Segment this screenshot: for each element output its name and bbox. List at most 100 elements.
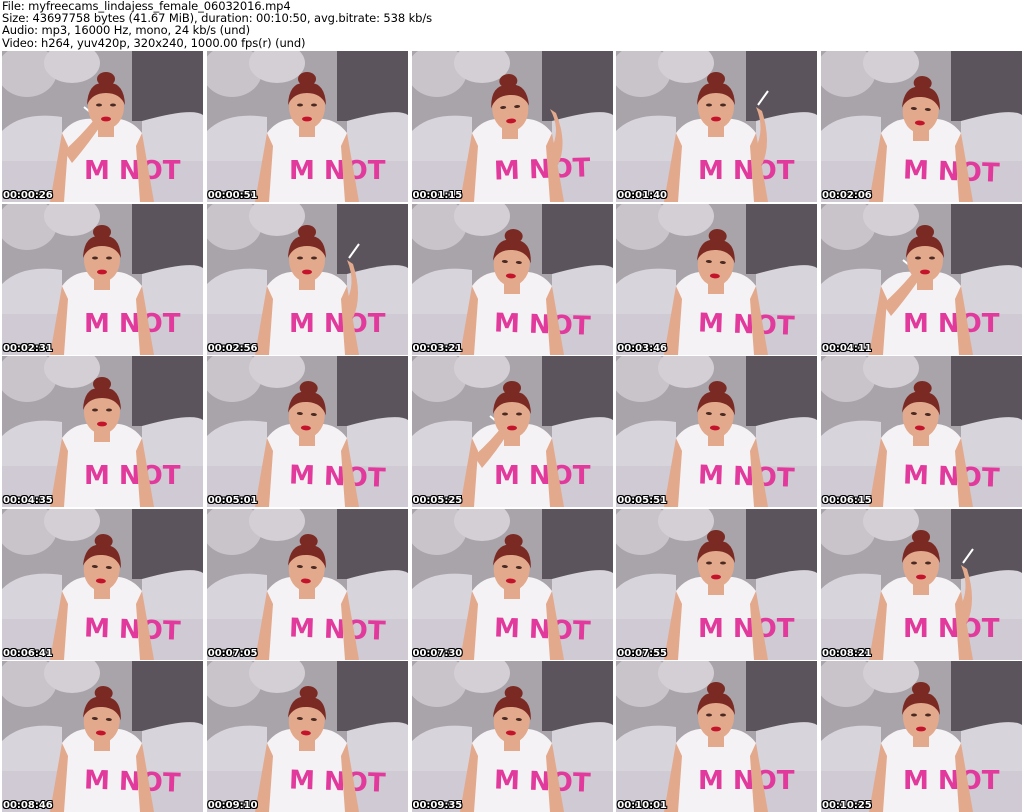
thumbnail-timestamp: 00:05:01: [207, 495, 258, 506]
thumbnail-timestamp: 00:05:51: [617, 495, 667, 506]
thumbnail-frame-image: M NOT: [2, 51, 203, 202]
svg-text:M NOT: M NOT: [84, 156, 181, 186]
svg-text:M NOT: M NOT: [698, 156, 795, 186]
svg-text:M NOT: M NOT: [494, 461, 591, 491]
thumbnail-timestamp: 00:04:11: [822, 342, 872, 354]
thumbnail-frame-image: M NOT: [2, 203, 203, 355]
svg-text:M NOT: M NOT: [84, 309, 181, 339]
thumbnail-frame-image: M NOT: [206, 661, 408, 812]
video-thumbnail: M NOT 00:06:15: [821, 356, 1022, 507]
video-thumbnail: M NOT 00:00:26: [2, 51, 203, 202]
thumbnail-timestamp: 00:02:31: [3, 342, 53, 354]
svg-text:M NOT: M NOT: [288, 460, 386, 493]
thumbnail-frame-image: M NOT: [206, 203, 408, 355]
svg-text:M NOT: M NOT: [903, 614, 1000, 644]
thumbnail-frame-image: M NOT: [821, 203, 1022, 355]
audio-info-line: Audio: mp3, 16000 Hz, mono, 24 kb/s (und…: [2, 23, 250, 38]
thumbnail-frame-image: M NOT: [616, 51, 818, 202]
video-thumbnail: M NOT 00:08:21: [821, 508, 1022, 660]
thumbnail-timestamp: 00:02:06: [822, 190, 872, 201]
thumbnail-timestamp: 00:01:40: [617, 190, 667, 201]
thumbnail-frame-image: M NOT: [2, 356, 203, 507]
svg-text:M NOT: M NOT: [903, 309, 1000, 339]
video-thumbnail: M NOT 00:04:11: [821, 203, 1022, 355]
video-thumbnail: M NOT 00:03:46: [616, 203, 818, 355]
svg-text:M NOT: M NOT: [698, 766, 795, 796]
thumbnail-grid: M NOT 00:00:26 M NOT 00:00:51 M NOT 00:01:15 M…: [2, 51, 1022, 812]
thumbnail-timestamp: 00:07:55: [617, 647, 667, 659]
thumbnail-timestamp: 00:10:01: [617, 800, 667, 811]
svg-text:M NOT: M NOT: [288, 765, 386, 798]
video-thumbnail: M NOT 00:06:41: [2, 508, 203, 660]
thumbnail-timestamp: 00:02:56: [207, 342, 258, 354]
thumbnail-timestamp: 00:00:26: [3, 190, 53, 201]
thumbnail-frame-image: M NOT: [821, 356, 1022, 507]
thumbnail-timestamp: 00:07:30: [412, 647, 463, 659]
thumbnail-frame-image: M NOT: [206, 508, 408, 660]
thumbnail-frame-image: M NOT: [616, 203, 818, 355]
thumbnail-frame-image: M NOT: [821, 508, 1022, 660]
video-thumbnail: M NOT 00:10:25: [821, 661, 1022, 812]
svg-text:M NOT: M NOT: [83, 765, 181, 798]
video-thumbnail: M NOT 00:07:05: [206, 508, 408, 660]
svg-text:M NOT: M NOT: [698, 308, 796, 341]
video-thumbnail: M NOT 00:05:01: [206, 356, 408, 507]
video-thumbnail: M NOT 00:09:10: [206, 661, 408, 812]
video-info-line: Video: h264, yuv420p, 320x240, 1000.00 f…: [2, 35, 306, 50]
svg-text:M NOT: M NOT: [493, 153, 591, 186]
video-thumbnail: M NOT 00:10:01: [616, 661, 818, 812]
thumbnail-timestamp: 00:03:46: [617, 342, 667, 354]
thumbnail-timestamp: 00:06:15: [822, 495, 872, 506]
svg-text:M NOT: M NOT: [289, 156, 386, 186]
video-thumbnail: M NOT 00:09:35: [411, 661, 613, 812]
svg-text:M NOT: M NOT: [493, 308, 591, 341]
thumbnail-timestamp: 00:04:35: [3, 495, 53, 506]
thumbnail-timestamp: 00:08:21: [822, 647, 872, 659]
video-thumbnail: M NOT 00:07:55: [616, 508, 818, 660]
thumbnail-frame-image: M NOT: [616, 661, 818, 812]
thumbnail-timestamp: 00:07:05: [207, 647, 258, 659]
svg-text:M NOT: M NOT: [698, 460, 796, 493]
svg-text:M NOT: M NOT: [83, 613, 181, 646]
video-thumbnail: M NOT 00:02:31: [2, 203, 203, 355]
video-info-header: File: myfreecams_lindajess_female_060320…: [2, 0, 1022, 50]
thumbnail-frame-image: M NOT: [616, 508, 818, 660]
thumbnail-timestamp: 00:09:35: [412, 800, 463, 811]
thumbnail-timestamp: 00:09:10: [207, 800, 258, 811]
svg-text:M NOT: M NOT: [288, 613, 386, 646]
thumbnail-timestamp: 00:03:21: [412, 342, 463, 354]
video-thumbnail: M NOT 00:01:15: [411, 51, 613, 202]
svg-text:M NOT: M NOT: [493, 765, 591, 798]
video-thumbnail: M NOT 00:05:51: [616, 356, 818, 507]
thumbnail-frame-image: M NOT: [2, 661, 203, 812]
thumbnail-timestamp: 00:00:51: [207, 190, 258, 201]
svg-text:M NOT: M NOT: [493, 613, 591, 646]
svg-text:M NOT: M NOT: [289, 309, 386, 339]
thumbnail-frame-image: M NOT: [206, 51, 408, 202]
thumbnail-frame-image: M NOT: [411, 508, 613, 660]
svg-text:M NOT: M NOT: [698, 614, 795, 644]
thumbnail-timestamp: 00:10:25: [822, 800, 872, 811]
video-thumbnail: M NOT 00:00:51: [206, 51, 408, 202]
video-thumbnail: M NOT 00:01:40: [616, 51, 818, 202]
thumbnail-frame-image: M NOT: [411, 51, 613, 202]
thumbnail-frame-image: M NOT: [411, 203, 613, 355]
video-thumbnail: M NOT 00:08:46: [2, 661, 203, 812]
video-thumbnail: M NOT 00:05:25: [411, 356, 613, 507]
thumbnail-timestamp: 00:08:46: [3, 800, 53, 811]
thumbnail-frame-image: M NOT: [206, 356, 408, 507]
thumbnail-frame-image: M NOT: [821, 661, 1022, 812]
video-thumbnail: M NOT 00:03:21: [411, 203, 613, 355]
svg-text:M NOT: M NOT: [902, 155, 1000, 188]
thumbnail-frame-image: M NOT: [616, 356, 818, 507]
video-thumbnail: M NOT 00:02:06: [821, 51, 1022, 202]
thumbnail-frame-image: M NOT: [411, 356, 613, 507]
thumbnail-frame-image: M NOT: [821, 51, 1022, 202]
svg-text:M NOT: M NOT: [902, 460, 1000, 493]
thumbnail-frame-image: M NOT: [411, 661, 613, 812]
svg-text:M NOT: M NOT: [903, 766, 1000, 796]
video-thumbnail: M NOT 00:07:30: [411, 508, 613, 660]
thumbnail-timestamp: 00:06:41: [3, 647, 53, 659]
video-thumbnail: M NOT 00:04:35: [2, 356, 203, 507]
video-thumbnail: M NOT 00:02:56: [206, 203, 408, 355]
